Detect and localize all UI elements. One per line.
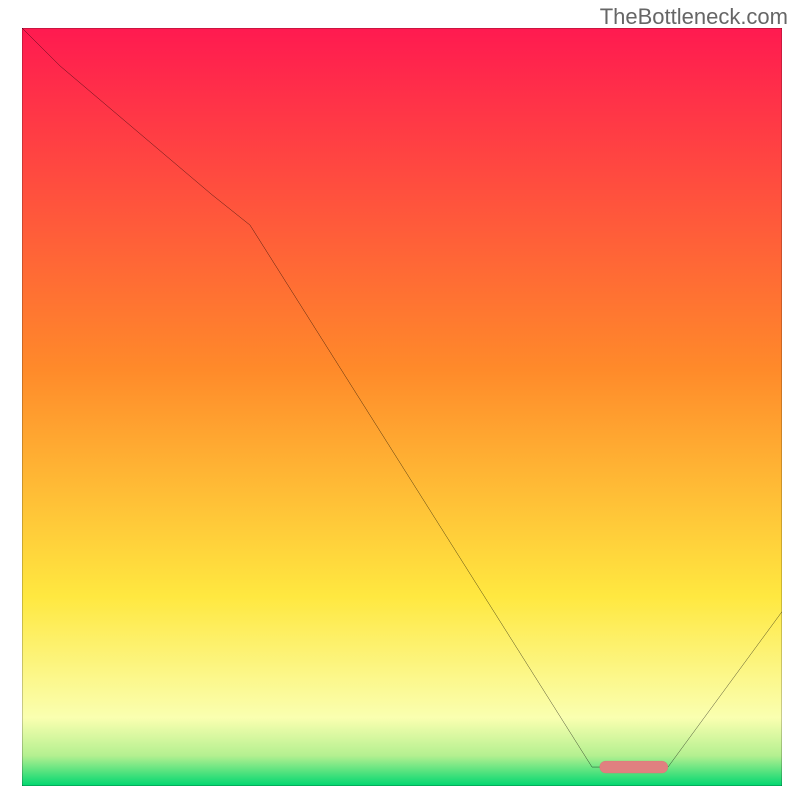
chart-svg bbox=[22, 28, 782, 786]
minimum-marker bbox=[600, 761, 668, 773]
chart-background-gradient bbox=[22, 28, 782, 786]
chart-plot-area bbox=[22, 28, 782, 786]
watermark-text: TheBottleneck.com bbox=[600, 4, 788, 30]
